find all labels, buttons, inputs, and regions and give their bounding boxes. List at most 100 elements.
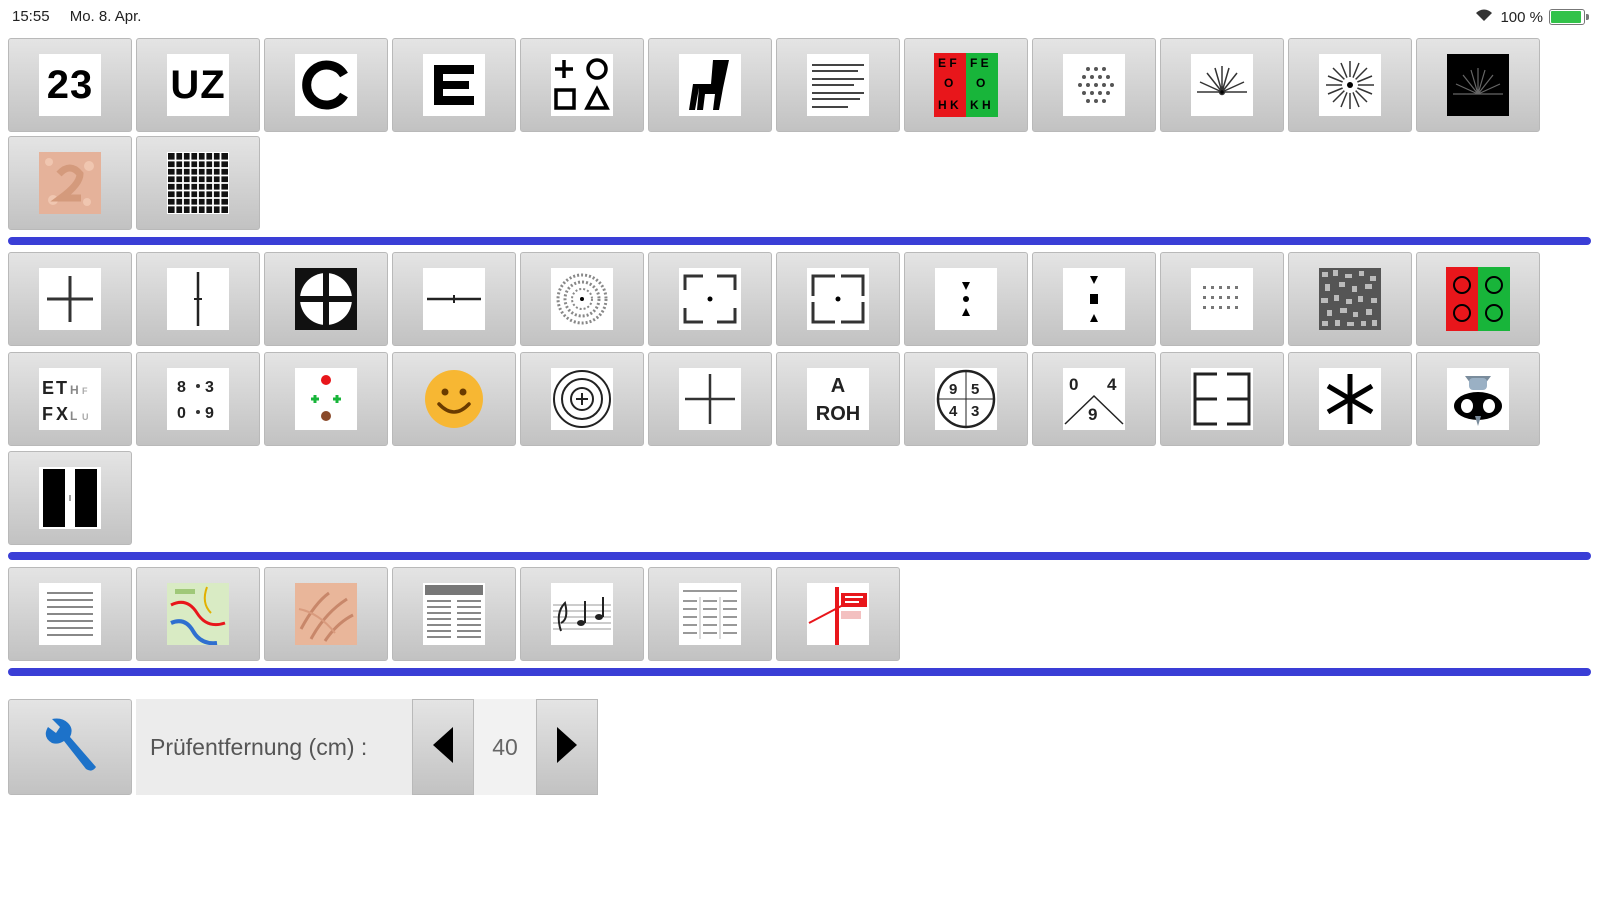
polarized-numbers-button[interactable]: 8 3 0 9 <box>136 352 260 446</box>
hand-map-button[interactable] <box>264 567 388 661</box>
svg-text:T: T <box>56 378 67 398</box>
reading-text-icon <box>807 54 869 116</box>
concentric-circles-button[interactable] <box>520 352 644 446</box>
asterisk-button[interactable] <box>1288 352 1412 446</box>
reading-list-button[interactable] <box>8 567 132 661</box>
owl-fixation-button[interactable] <box>1416 352 1540 446</box>
status-bar: 15:55 Mo. 8. Apr. 100 % <box>0 0 1599 34</box>
battery-icon <box>1549 9 1589 25</box>
numbers-circle-icon: 95 43 <box>935 368 997 430</box>
triangles-square-button[interactable] <box>1032 252 1156 346</box>
numbers-triangle-button[interactable]: 0 49 <box>1032 352 1156 446</box>
astigmatism-fan-button[interactable] <box>1288 38 1412 132</box>
dark-fan-icon <box>1447 54 1509 116</box>
dot-grid-button[interactable] <box>1160 252 1284 346</box>
distance-controls: Prüfentfernung (cm) : 40 <box>8 699 598 795</box>
bracket-frame-button[interactable] <box>648 252 772 346</box>
distance-value: 40 <box>474 699 536 795</box>
bracket-frame-2-button[interactable] <box>776 252 900 346</box>
svg-text:5: 5 <box>971 381 979 398</box>
colored-dots-icon <box>295 368 357 430</box>
ishihara-plate-icon <box>39 152 101 214</box>
svg-text:O: O <box>976 76 985 90</box>
lea-symbols-button[interactable] <box>520 38 644 132</box>
newspaper-button[interactable] <box>392 567 516 661</box>
wifi-icon <box>1474 8 1494 26</box>
distance-decrease-button[interactable] <box>412 699 474 795</box>
letters-aroh-icon: A ROH <box>807 368 869 430</box>
test-row-6 <box>8 567 900 661</box>
pause-button[interactable] <box>8 451 132 545</box>
numbers-test-button[interactable]: 23 <box>8 38 132 132</box>
road-sign-button[interactable] <box>776 567 900 661</box>
reading-text-button[interactable] <box>776 38 900 132</box>
svg-text:H K: H K <box>938 98 959 112</box>
thin-cross-button[interactable] <box>648 352 772 446</box>
concentric-circles-icon <box>551 368 613 430</box>
test-row-4: E T H F F X L U 83 09 A ROH 9 5 4 3 0 4 … <box>8 352 1540 446</box>
test-row-1: 23 UZ E F F E O O H K K H <box>8 38 1540 132</box>
section-divider-2 <box>8 552 1591 560</box>
picture-chair-button[interactable] <box>648 38 772 132</box>
svg-text:3: 3 <box>971 403 979 420</box>
letters-roh-text: ROH <box>816 403 860 425</box>
smiley-fixation-button[interactable] <box>392 352 516 446</box>
timetable-icon <box>679 583 741 645</box>
numbers-label: 23 <box>46 62 94 107</box>
svg-text:K H: K H <box>970 98 991 112</box>
amsler-grid-button[interactable] <box>136 136 260 230</box>
worth-four-dot-button[interactable] <box>1416 252 1540 346</box>
horizontal-line-button[interactable] <box>392 252 516 346</box>
ishihara-color-button[interactable] <box>8 136 132 230</box>
letters-test-button[interactable]: UZ <box>136 38 260 132</box>
svg-text:0: 0 <box>1069 375 1078 394</box>
test-row-3 <box>8 252 1540 346</box>
landolt-ring-button[interactable] <box>264 38 388 132</box>
red-green-dots-icon <box>1446 267 1510 331</box>
cross-frame-button[interactable] <box>264 252 388 346</box>
dot-hexagon-icon <box>1063 54 1125 116</box>
svg-text:F E: F E <box>970 56 989 70</box>
hand-map-icon <box>295 583 357 645</box>
sheet-music-button[interactable] <box>520 567 644 661</box>
map-button[interactable] <box>136 567 260 661</box>
tumbling-e-button[interactable] <box>392 38 516 132</box>
tumbling-e-icon <box>423 54 485 116</box>
four-dot-cross-button[interactable] <box>264 352 388 446</box>
svg-text:U: U <box>82 412 89 422</box>
letters-aroh-button[interactable]: A ROH <box>776 352 900 446</box>
bracket-boxes-button[interactable] <box>1160 352 1284 446</box>
svg-text:4: 4 <box>949 403 958 420</box>
letters-label: UZ <box>170 62 226 107</box>
distance-increase-button[interactable] <box>536 699 598 795</box>
half-fan-button[interactable] <box>1160 38 1284 132</box>
battery-percent: 100 % <box>1500 8 1543 26</box>
cross-test-button[interactable] <box>8 252 132 346</box>
horizontal-line-icon <box>423 268 485 330</box>
polarized-numbers-icon: 8 3 0 9 <box>167 368 229 430</box>
status-date: Mo. 8. Apr. <box>69 8 142 25</box>
dark-fan-button[interactable] <box>1416 38 1540 132</box>
cross-frame-icon <box>295 268 357 330</box>
numbers-circle-button[interactable]: 95 43 <box>904 352 1028 446</box>
timetable-button[interactable] <box>648 567 772 661</box>
svg-text:9: 9 <box>1088 405 1097 424</box>
vertical-line-button[interactable] <box>136 252 260 346</box>
letter-a-text: A <box>831 375 845 397</box>
numbers-triangle-icon: 0 49 <box>1063 368 1125 430</box>
section-divider-1 <box>8 237 1591 245</box>
settings-button[interactable] <box>8 699 132 795</box>
dot-circle-button[interactable] <box>520 252 644 346</box>
status-time: 15:55 <box>12 8 50 25</box>
map-icon <box>167 583 229 645</box>
red-green-test-button[interactable]: E F F E O O H K K H <box>904 38 1028 132</box>
bracket-frame-small-icon <box>807 268 869 330</box>
random-dot-button[interactable] <box>1288 252 1412 346</box>
dot-pattern-button[interactable] <box>1032 38 1156 132</box>
svg-text:9: 9 <box>205 405 214 422</box>
test-row-2 <box>8 136 260 230</box>
triangles-button[interactable] <box>904 252 1028 346</box>
test-row-5 <box>8 451 132 545</box>
polarized-letters-button[interactable]: E T H F F X L U <box>8 352 132 446</box>
svg-text:O: O <box>944 76 953 90</box>
